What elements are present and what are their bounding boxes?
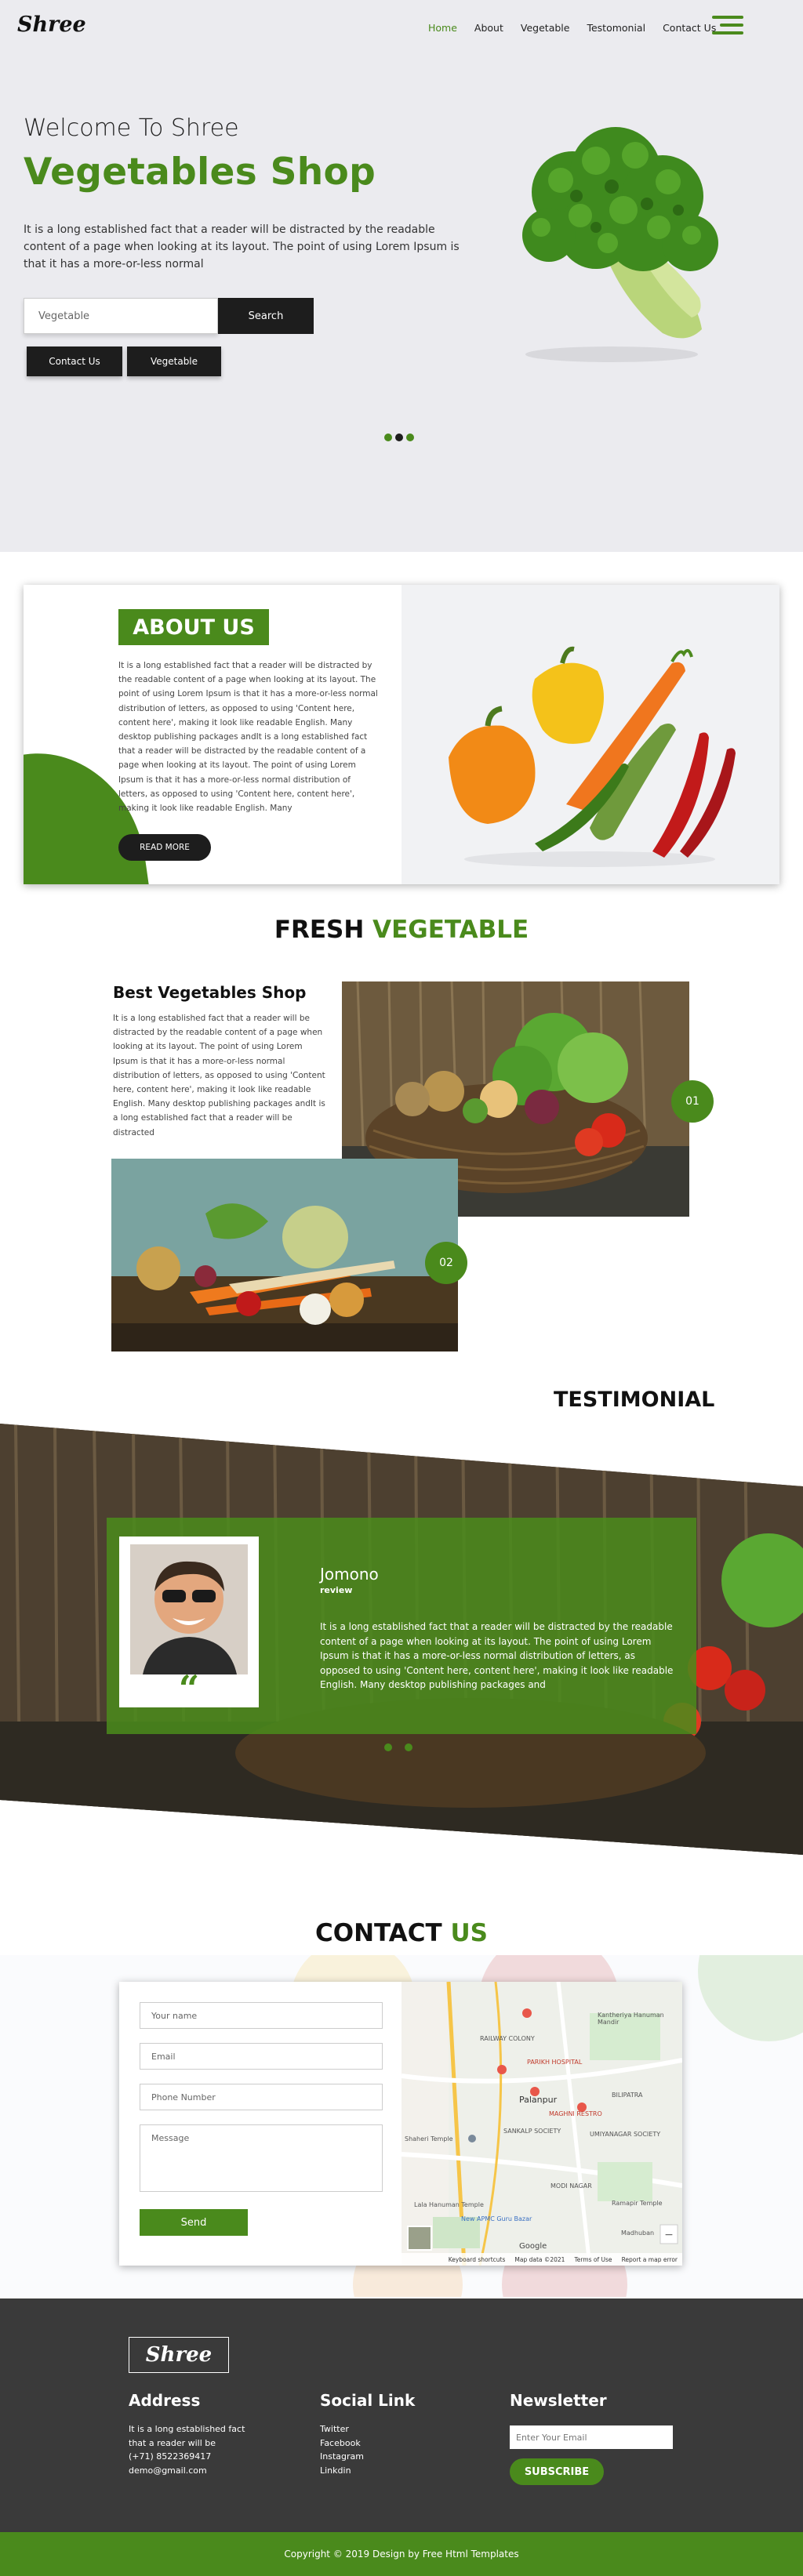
hero-slider-dots[interactable] — [384, 434, 414, 441]
nav-vegetable[interactable]: Vegetable — [521, 22, 570, 34]
about-section: ABOUT US It is a long established fact t… — [24, 585, 779, 884]
main-nav: Home About Vegetable Testomonial Contact… — [428, 22, 716, 34]
phone-field[interactable]: Phone Number — [140, 2084, 383, 2110]
instagram-link[interactable]: Instagram — [320, 2450, 364, 2464]
social-links: Twitter Facebook Instagram Linkdin — [320, 2422, 364, 2477]
address-line: that a reader will be — [129, 2437, 216, 2448]
site-logo[interactable]: Shree — [17, 13, 86, 37]
hero-title: Vegetables Shop — [24, 151, 376, 194]
map-label: Kantheriya Hanuman Mandir — [598, 2012, 664, 2026]
address-block: It is a long established fact that a rea… — [129, 2422, 245, 2477]
map-footer: Keyboard shortcuts Map data ©2021 Terms … — [402, 2253, 682, 2266]
map-label: MODI NAGAR — [550, 2182, 592, 2190]
linkedin-link[interactable]: Linkdin — [320, 2464, 364, 2478]
address-line: It is a long established fact — [129, 2424, 245, 2434]
facebook-link[interactable]: Facebook — [320, 2436, 364, 2451]
email-address: demo@gmail.com — [129, 2465, 207, 2476]
search-input[interactable]: Vegetable — [24, 298, 218, 334]
google-map[interactable]: − RAILWAY COLONY Palanpur BILIPATRA MODI… — [402, 1982, 682, 2266]
twitter-link[interactable]: Twitter — [320, 2422, 364, 2436]
about-text: It is a long established fact that a rea… — [118, 661, 378, 814]
map-footer-link[interactable]: Report a map error — [622, 2256, 678, 2263]
testimonial-text: It is a long established fact that a rea… — [320, 1621, 674, 1690]
hero-section: Shree Home About Vegetable Testomonial C… — [0, 0, 803, 552]
map-label: UMIYANAGAR SOCIETY — [590, 2131, 661, 2138]
copyright-bar: Copyright © 2019 Design by Free Html Tem… — [0, 2532, 803, 2576]
send-button[interactable]: Send — [140, 2209, 248, 2236]
vegetable-button[interactable]: Vegetable — [127, 346, 221, 376]
fresh-vegetable-title: FRESH VEGETABLE — [0, 916, 803, 944]
nav-about[interactable]: About — [474, 22, 503, 34]
mixed-vegetables-image — [111, 1159, 458, 1351]
map-label: Ramapir Temple — [612, 2200, 663, 2207]
map-label: Madhuban — [621, 2230, 655, 2237]
map-label: Shaheri Temple — [405, 2135, 453, 2142]
contact-us-button[interactable]: Contact Us — [27, 346, 122, 376]
phone-number: (+71) 8522369417 — [129, 2451, 212, 2462]
hero-welcome: Welcome To Shree — [24, 114, 239, 142]
contact-us-title: CONTACT US — [0, 1919, 803, 1947]
site-footer — [0, 2298, 803, 2532]
best-vegetables-title: Best Vegetables Shop — [113, 983, 307, 1002]
reviewer-name: Jomono — [320, 1565, 379, 1584]
read-more-button[interactable]: READ MORE — [118, 834, 211, 861]
badge-01: 01 — [671, 1080, 714, 1123]
title-part-b: US — [450, 1919, 488, 1947]
map-footer-link[interactable]: Keyboard shortcuts — [449, 2256, 506, 2263]
map-label: RAILWAY COLONY — [480, 2035, 535, 2042]
badge-02: 02 — [425, 1242, 467, 1284]
footer-logo[interactable]: Shree — [129, 2337, 229, 2373]
title-part-a: CONTACT — [315, 1919, 442, 1947]
avatar: “ — [130, 1544, 248, 1710]
map-label: New APMC Guru Bazar — [461, 2215, 532, 2222]
reviewer-avatar-card: “ — [119, 1537, 259, 1710]
hamburger-menu-icon[interactable] — [712, 16, 743, 34]
broccoli-image — [522, 127, 718, 362]
social-heading: Social Link — [320, 2391, 416, 2410]
nav-testimonial[interactable]: Testomonial — [587, 22, 645, 34]
testimonial-title: TESTIMONIAL — [554, 1388, 715, 1412]
map-footer-link[interactable]: Terms of Use — [574, 2256, 612, 2263]
address-heading: Address — [129, 2391, 201, 2410]
map-label: Palanpur — [519, 2095, 558, 2105]
email-field[interactable]: Email — [140, 2043, 383, 2070]
map-label: MAGHNI RESTRO — [549, 2110, 602, 2117]
testimonial-slider-dots[interactable] — [384, 1743, 412, 1751]
hero-text: It is a long established fact that a rea… — [24, 223, 460, 270]
best-vegetables-text: It is a long established fact that a rea… — [113, 1014, 325, 1137]
map-label: SANKALP SOCIETY — [503, 2128, 561, 2135]
search-button[interactable]: Search — [218, 298, 314, 334]
newsletter-email-input[interactable]: Enter Your Email — [510, 2425, 673, 2449]
map-label: Lala Hanuman Temple — [414, 2201, 484, 2208]
title-part-a: FRESH — [274, 916, 365, 944]
subscribe-button[interactable]: SUBSCRIBE — [510, 2458, 604, 2485]
about-heading: ABOUT US — [118, 609, 269, 645]
message-field[interactable]: Message — [140, 2124, 383, 2192]
name-field[interactable]: Your name — [140, 2002, 383, 2029]
map-label: PARIKH HOSPITAL — [527, 2059, 583, 2066]
map-label: BILIPATRA — [612, 2092, 643, 2099]
newsletter-heading: Newsletter — [510, 2391, 607, 2410]
peppers-image — [402, 585, 779, 884]
google-logo: Google — [519, 2242, 547, 2251]
map-footer-text: Map data ©2021 — [514, 2255, 565, 2263]
nav-contact[interactable]: Contact Us — [663, 22, 716, 34]
title-part-b: VEGETABLE — [372, 916, 529, 944]
svg-text:−: − — [664, 2229, 674, 2241]
quote-icon: “ — [179, 1667, 199, 1707]
nav-home[interactable]: Home — [428, 22, 457, 34]
reviewer-role: review — [320, 1585, 353, 1595]
